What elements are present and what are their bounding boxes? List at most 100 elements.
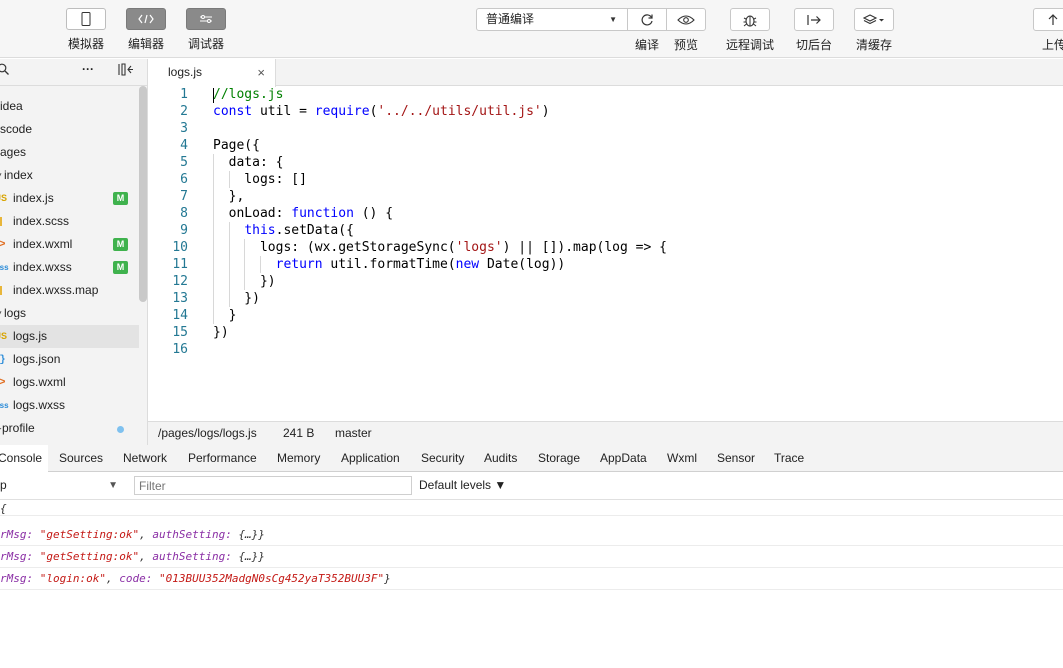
preview-button[interactable] [666, 8, 706, 31]
console-filter-input[interactable] [134, 476, 412, 495]
compile-mode-select[interactable]: 普通编译 ▼ [476, 8, 628, 31]
code-line[interactable]: logs: [] [213, 171, 307, 188]
tree-item-index-wxss[interactable]: wxss index.wxss M [0, 256, 139, 279]
tree-item-logs-wxml[interactable]: > logs.wxml [0, 371, 139, 394]
tree-item-idea[interactable]: idea [0, 95, 139, 118]
code-area[interactable]: 1 //logs.js 2 const util = require('../../u… [148, 86, 1063, 421]
simulator-button[interactable]: 模拟器 [66, 8, 106, 52]
more-icon[interactable]: ··· [82, 62, 94, 76]
log-token: "013BUU352MadgN0sCg452yaT352BUU3F" [158, 572, 385, 585]
indent-guide [228, 222, 230, 307]
line-number: 5 [180, 155, 188, 170]
chevron-down-icon: ▾ [0, 164, 2, 187]
code-token: require [314, 104, 370, 119]
tree-item-label: index.scss [13, 214, 70, 228]
devtools-tab-sensor[interactable]: Sensor [717, 445, 755, 472]
line-number: 15 [172, 325, 188, 340]
toolbar: 模拟器 编辑器 调试器 普通编译 ▼ 编译 预览 远程调试 切后台 清缓存 上传 [0, 0, 1063, 58]
code-line[interactable]: //logs.js [213, 86, 283, 103]
log-token: , [105, 572, 120, 585]
debugger-button[interactable]: 调试器 [186, 8, 226, 52]
devtools-tab-appdata[interactable]: AppData [600, 445, 647, 472]
background-button[interactable] [794, 8, 834, 31]
compile-button[interactable] [627, 8, 667, 31]
devtools-tab-trace[interactable]: Trace [774, 445, 804, 472]
upload-button[interactable] [1033, 8, 1063, 31]
console-log-row[interactable]: { [0, 498, 1063, 516]
log-levels-select[interactable]: Default levels ▼ [419, 477, 506, 494]
console-log-row[interactable]: rMsg: "getSetting:ok", authSetting: {…}} [0, 524, 1063, 546]
sidebar-scrollbar[interactable] [139, 86, 147, 302]
console-log-row[interactable]: rMsg: "getSetting:ok", authSetting: {…}} [0, 546, 1063, 568]
tree-item-vscode[interactable]: scode [0, 118, 139, 141]
close-icon[interactable]: × [257, 59, 265, 86]
code-line[interactable]: logs: (wx.getStorageSync('logs') || []).… [213, 239, 667, 256]
devtools-tab-network[interactable]: Network [123, 445, 167, 472]
code-line[interactable]: }) [213, 324, 229, 341]
devtools-tab-audits[interactable]: Audits [484, 445, 517, 472]
tree-item-label: logs.wxss [13, 398, 66, 412]
editor-tabbar: logs.js × [148, 59, 1063, 87]
search-icon[interactable] [0, 63, 10, 79]
devtools-tab-wxml[interactable]: Wxml [667, 445, 697, 472]
code-token: util.formatTime( [322, 257, 456, 272]
code-editor: logs.js × 1 //logs.js 2 const util = requir… [148, 59, 1063, 445]
indent-guide [259, 256, 261, 273]
code-token: function [291, 206, 354, 221]
json-file-icon: {} [0, 354, 5, 365]
collapse-panel-icon[interactable] [118, 63, 133, 79]
code-line[interactable]: const util = require('../../utils/util.j… [213, 103, 550, 120]
git-branch[interactable]: master [335, 422, 372, 445]
xml-file-icon: > [0, 238, 6, 250]
devtools-tab-storage[interactable]: Storage [538, 445, 580, 472]
code-token: } [213, 308, 237, 323]
devtools-tab-console[interactable]: Console [0, 445, 49, 474]
line-number: 8 [180, 206, 188, 221]
tree-item-index-js[interactable]: JS index.js M [0, 187, 139, 210]
tree-item-logs-json[interactable]: {} logs.json [0, 348, 139, 371]
context-select[interactable]: p ▼ [0, 476, 122, 495]
tree-item-index-wxml[interactable]: > index.wxml M [0, 233, 139, 256]
code-line[interactable]: }, [213, 188, 245, 205]
upload-icon [1048, 13, 1058, 25]
line-number: 10 [172, 240, 188, 255]
clear-cache-button[interactable] [854, 8, 894, 31]
file-size: 241 B [283, 426, 315, 440]
remote-debug-button[interactable] [730, 8, 770, 31]
line-number: 16 [172, 342, 188, 357]
devtools-tab-memory[interactable]: Memory [277, 445, 320, 472]
line-number: 2 [180, 104, 188, 119]
devtools-tab-application[interactable]: Application [341, 445, 400, 472]
tree-item-pages[interactable]: ages [0, 141, 139, 164]
editor-button[interactable]: 编辑器 [126, 8, 166, 52]
console-log-row[interactable]: rMsg: "login:ok", code: "013BUU352MadgN0… [0, 568, 1063, 590]
code-line[interactable]: this.setData({ [213, 222, 354, 239]
modified-badge: M [113, 261, 128, 274]
line-number: 3 [180, 121, 188, 136]
code-line[interactable]: data: { [213, 154, 284, 171]
tree-item-index-wxss-map[interactable]: index.wxss.map [0, 279, 139, 302]
devtools-tab-performance[interactable]: Performance [188, 445, 257, 472]
tree-item-label: logs [4, 306, 27, 320]
devtools-tab-security[interactable]: Security [421, 445, 464, 472]
tree-item-logs-folder[interactable]: ▾ logs [0, 302, 139, 325]
file-path: /pages/logs/logs.js [158, 426, 257, 440]
devtools-tab-sources[interactable]: Sources [59, 445, 103, 472]
code-line[interactable]: onLoad: function () { [213, 205, 393, 222]
file-icon [0, 286, 2, 295]
log-token: {…}} [238, 528, 265, 541]
tree-item-logs-js[interactable]: JS logs.js [0, 325, 139, 348]
code-line[interactable]: Page({ [213, 137, 260, 154]
js-file-icon: JS [0, 331, 8, 341]
line-number: 12 [172, 274, 188, 289]
code-line[interactable]: }) [213, 290, 260, 307]
tree-item-index-scss[interactable]: index.scss [0, 210, 139, 233]
tab-logs-js[interactable]: logs.js × [148, 59, 276, 87]
tree-item-logs-wxss[interactable]: wxss logs.wxss [0, 394, 139, 417]
tree-item-index-folder[interactable]: ▾ index [0, 164, 139, 187]
tree-item-profile[interactable]: ▸ profile [0, 417, 139, 440]
code-line[interactable]: return util.formatTime(new Date(log)) [213, 256, 566, 273]
tree-item-label: ages [0, 145, 27, 159]
code-line[interactable]: } [213, 307, 237, 324]
log-token: authSetting: [152, 550, 239, 563]
